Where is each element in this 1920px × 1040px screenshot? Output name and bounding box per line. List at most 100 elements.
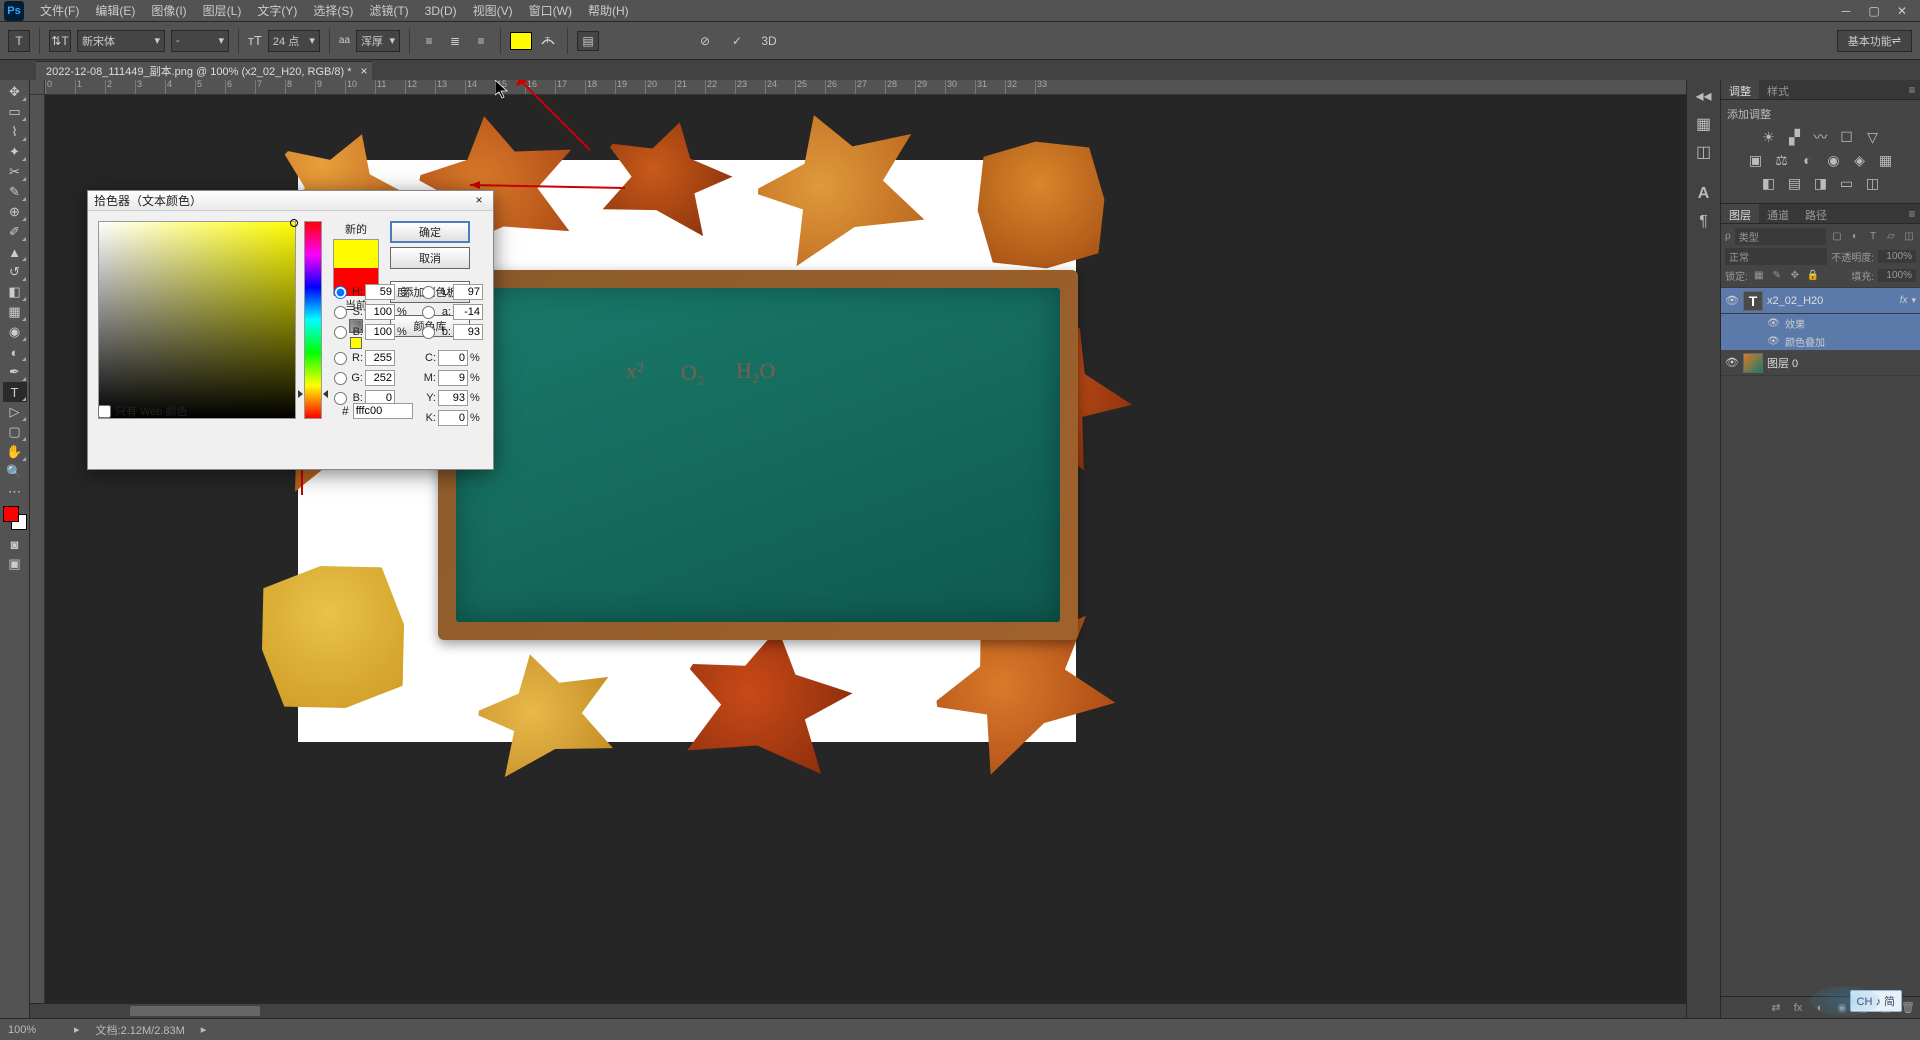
levels-adj-icon[interactable]: ▞ [1785,128,1805,146]
g-radio[interactable] [334,372,347,385]
minimize-button[interactable]: ─ [1832,2,1860,20]
layers-tab[interactable]: 图层 [1721,204,1759,223]
fx-coloroverlay-row[interactable]: 👁 颜色叠加 [1721,332,1920,350]
workspace-select[interactable]: 基本功能 ⇌ [1837,30,1912,52]
close-button[interactable]: ✕ [1888,2,1916,20]
wand-tool[interactable]: ✦ [3,142,27,162]
menu-file[interactable]: 文件(F) [32,0,87,21]
menu-window[interactable]: 窗口(W) [521,0,580,21]
menu-edit[interactable]: 编辑(E) [87,0,143,21]
menu-select[interactable]: 选择(S) [305,0,361,21]
bw-adj-icon[interactable]: ◐ [1798,151,1818,169]
panel-menu-icon[interactable]: ≡ [1904,80,1920,99]
s-input[interactable] [365,304,395,320]
curves-adj-icon[interactable]: 〰 [1811,128,1831,146]
gradmap-adj-icon[interactable]: ▭ [1837,174,1857,192]
b-input[interactable] [365,324,395,340]
font-family-select[interactable]: 新宋体▾ [77,30,165,52]
fx-indicator[interactable]: fx [1900,295,1908,306]
h-radio[interactable] [334,286,347,299]
dialog-close-button[interactable]: × [471,193,487,209]
type-tool[interactable]: T [3,382,27,402]
font-style-select[interactable]: -▾ [171,30,229,52]
screenmode-toggle[interactable]: ▣ [3,554,27,574]
warp-text-button[interactable]: T [538,31,558,51]
saturation-field[interactable] [98,221,296,419]
menu-3d[interactable]: 3D(D) [417,2,465,20]
thresh-adj-icon[interactable]: ◨ [1811,174,1831,192]
path-tool[interactable]: ▷ [3,402,27,422]
stamp-tool[interactable]: ▲ [3,242,27,262]
poster-adj-icon[interactable]: ▤ [1785,174,1805,192]
mixer-adj-icon[interactable]: ◈ [1850,151,1870,169]
blur-tool[interactable]: ◉ [3,322,27,342]
align-right-button[interactable]: ≡ [471,31,491,51]
history-brush-tool[interactable]: ↺ [3,262,27,282]
dodge-tool[interactable]: ◐ [3,342,27,362]
antialias-select[interactable]: 浑厚▾ [356,30,400,52]
foreground-color[interactable] [3,506,19,522]
brightness-adj-icon[interactable]: ☀ [1759,128,1779,146]
hue-adj-icon[interactable]: ▣ [1746,151,1766,169]
menu-filter[interactable]: 滤镜(T) [361,0,416,21]
dialog-titlebar[interactable]: 拾色器（文本颜色） × [88,191,493,211]
invert-adj-icon[interactable]: ◧ [1759,174,1779,192]
marquee-tool[interactable]: ▭ [3,102,27,122]
k-input[interactable] [438,410,468,426]
channels-tab[interactable]: 通道 [1759,204,1797,223]
text-orientation-toggle[interactable]: ⇅T [49,30,71,52]
fx-visibility-icon[interactable]: 👁 [1767,336,1781,347]
crop-tool[interactable]: ✂ [3,162,27,182]
l-input[interactable] [453,284,483,300]
zoom-slider-icon[interactable]: ▸ [74,1023,80,1036]
visibility-toggle-icon[interactable]: 👁 [1725,294,1739,308]
y-input[interactable] [438,390,468,406]
styles-tab[interactable]: 样式 [1759,80,1797,99]
3d-button[interactable]: 3D [759,31,779,51]
filter-smart-icon[interactable]: ◫ [1902,230,1916,244]
font-size-select[interactable]: 24 点▾ [268,30,320,52]
cancel-edit-button[interactable]: ⊘ [695,31,715,51]
filter-adj-icon[interactable]: ◐ [1848,230,1862,244]
blend-mode-select[interactable]: 正常 [1725,248,1827,265]
colorbal-adj-icon[interactable]: ⚖ [1772,151,1792,169]
layer-name-label[interactable]: 图层 0 [1767,355,1916,371]
filter-shape-icon[interactable]: ▱ [1884,230,1898,244]
link-layers-icon[interactable]: ⇄ [1768,1000,1784,1016]
ruler-origin[interactable] [30,80,45,95]
vibrance-adj-icon[interactable]: ▽ [1863,128,1883,146]
photo-adj-icon[interactable]: ◉ [1824,151,1844,169]
align-left-button[interactable]: ≡ [419,31,439,51]
lock-pos-icon[interactable]: ✥ [1788,269,1802,283]
menu-image[interactable]: 图像(I) [143,0,194,21]
layers-menu-icon[interactable]: ≡ [1904,204,1920,223]
hue-slider-thumb[interactable] [300,390,326,395]
menu-view[interactable]: 视图(V) [465,0,521,21]
lock-all-icon[interactable]: 🔒 [1806,269,1820,283]
layer-name-label[interactable]: x2_02_H20 [1767,295,1896,307]
fx-visibility-icon[interactable]: 👁 [1767,318,1781,329]
r-input[interactable] [365,350,395,366]
layer-row-bg[interactable]: 👁 图层 0 [1721,350,1920,376]
m-input[interactable] [438,370,468,386]
b3-input[interactable] [453,324,483,340]
zoom-input[interactable]: 100% [8,1024,58,1036]
l-radio[interactable] [422,286,435,299]
a-radio[interactable] [422,306,435,319]
hue-slider[interactable] [304,221,322,419]
opacity-input[interactable]: 100% [1878,250,1916,263]
eyedropper-tool[interactable]: ✎ [3,182,27,202]
brush-tool[interactable]: ✐ [3,222,27,242]
new-color-swatch[interactable] [334,240,378,268]
adjustments-tab[interactable]: 调整 [1721,80,1759,99]
current-tool-icon[interactable]: T [8,30,30,52]
hex-input[interactable] [353,403,413,419]
character-panel-icon[interactable]: A [1692,182,1716,206]
eraser-tool[interactable]: ◧ [3,282,27,302]
horizontal-ruler[interactable]: 0123456789101112131415161718192021222324… [45,80,1686,95]
color-swatches[interactable] [3,506,27,530]
menu-type[interactable]: 文字(Y) [249,0,305,21]
visibility-toggle-icon[interactable]: 👁 [1725,356,1739,370]
horizontal-scrollbar[interactable] [30,1003,1686,1018]
lock-trans-icon[interactable]: ▦ [1752,269,1766,283]
